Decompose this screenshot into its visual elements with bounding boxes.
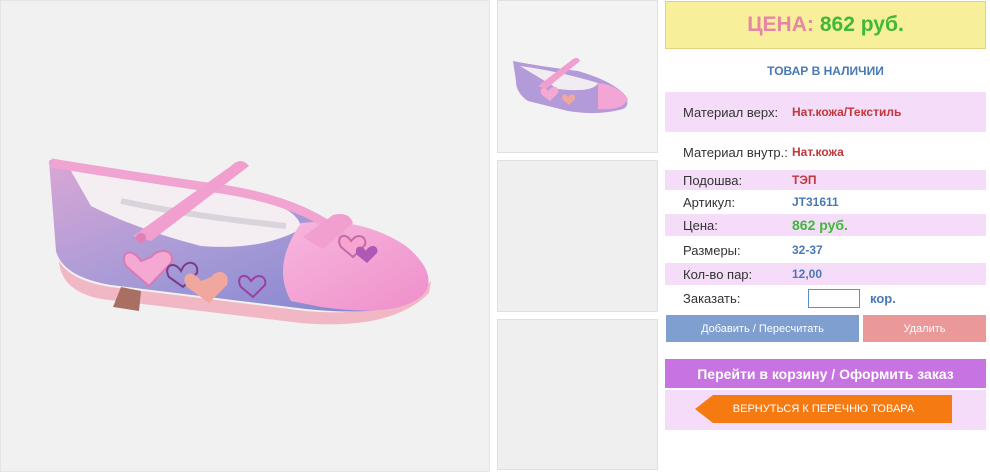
- thumbnail-1[interactable]: [497, 0, 658, 153]
- delete-button[interactable]: Удалить: [863, 315, 986, 342]
- go-to-cart-button[interactable]: Перейти в корзину / Оформить заказ: [665, 359, 986, 388]
- add-recalculate-button[interactable]: Добавить / Пересчитать: [666, 315, 859, 342]
- price-header: ЦЕНА: 862 руб.: [665, 1, 986, 49]
- shoe-thumbnail-image: [513, 57, 628, 114]
- spec-row-sole: Подошва: ТЭП: [665, 170, 986, 190]
- spec-key: Размеры:: [683, 242, 741, 258]
- spec-row-sizes: Размеры: 32-37: [665, 239, 986, 261]
- price-value: 862 руб.: [819, 13, 904, 36]
- thumbnail-3[interactable]: [497, 319, 658, 470]
- spec-row-inner-material: Материал внутр.: Нат.кожа: [665, 140, 986, 164]
- spec-key: Подошва:: [683, 172, 743, 188]
- spec-row-pairs: Кол-во пар: 12,00: [665, 263, 986, 285]
- spec-key: Материал верх:: [683, 104, 779, 120]
- spec-key: Цена:: [683, 217, 718, 233]
- spec-value: 12,00: [792, 267, 823, 281]
- spec-key: Артикул:: [683, 194, 736, 210]
- back-to-list-button[interactable]: ВЕРНУТЬСЯ К ПЕРЕЧНЮ ТОВАРА: [695, 395, 952, 423]
- spec-value: ТЭП: [792, 173, 817, 187]
- back-button-container: ВЕРНУТЬСЯ К ПЕРЕЧНЮ ТОВАРА: [665, 390, 986, 430]
- spec-row-article: Артикул: JT31611: [665, 192, 986, 212]
- spec-row-upper-material: Материал верх: Нат.кожа/Текстиль: [665, 92, 986, 132]
- product-page: ЦЕНА: 862 руб. ТОВАР В НАЛИЧИИ Материал …: [0, 0, 990, 475]
- price-label: ЦЕНА:: [747, 13, 814, 36]
- spec-value: 862 руб.: [792, 217, 848, 233]
- spec-value: Нат.кожа/Текстиль: [792, 105, 902, 119]
- spec-key: Кол-во пар:: [683, 266, 753, 282]
- shoe-illustration: [49, 158, 431, 325]
- order-unit: кор.: [870, 290, 896, 306]
- spec-value: 32-37: [792, 243, 823, 257]
- spec-value: Нат.кожа: [792, 145, 844, 159]
- order-row: Заказать: кор.: [665, 287, 986, 309]
- spec-key: Материал внутр.:: [683, 144, 788, 160]
- order-quantity-input[interactable]: [808, 288, 860, 308]
- spec-value: JT31611: [792, 195, 839, 209]
- thumbnail-2[interactable]: [497, 160, 658, 312]
- order-label: Заказать:: [683, 290, 741, 306]
- main-product-image[interactable]: [0, 0, 490, 472]
- spec-row-price: Цена: 862 руб.: [665, 214, 986, 236]
- stock-status: ТОВАР В НАЛИЧИИ: [767, 64, 884, 78]
